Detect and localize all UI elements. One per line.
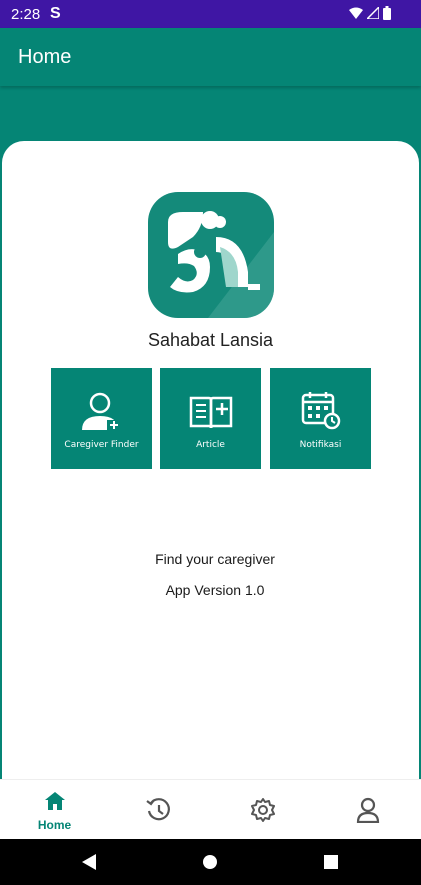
recents-button[interactable] (301, 839, 361, 885)
tile-label-caregiver-finder: Caregiver Finder (64, 440, 139, 450)
sahabat-lansia-logo (148, 192, 274, 318)
tile-label-article: Article (196, 440, 225, 450)
signal-icon (367, 7, 379, 19)
nav-profile[interactable] (315, 780, 420, 840)
status-icons (349, 6, 391, 20)
book-icon (189, 396, 232, 429)
app-bar: Home (0, 28, 421, 86)
history-icon (145, 798, 170, 821)
nav-settings[interactable] (210, 780, 315, 840)
version-text: App Version 1.0 (165, 582, 265, 598)
notification-icon: S (50, 5, 61, 22)
article-tile[interactable]: Article (160, 368, 261, 469)
status-bar: 2:28 S (0, 0, 421, 28)
bottom-navigation: Home (0, 779, 421, 839)
notifikasi-tile[interactable]: Notifikasi (270, 368, 371, 469)
calendar-icon (301, 392, 340, 430)
settings-icon (250, 798, 275, 822)
nav-home[interactable]: Home (2, 780, 107, 840)
back-icon (82, 854, 96, 870)
tile-label-notifikasi: Notifikasi (299, 440, 342, 450)
nav-home-label: Home (37, 818, 72, 832)
home-system-button[interactable] (180, 839, 240, 885)
wifi-icon (349, 7, 363, 19)
app-name: Sahabat Lansia (147, 330, 274, 350)
page-title: Home (18, 46, 72, 68)
home-icon (44, 792, 65, 810)
battery-icon (383, 6, 391, 20)
app-screen: 2:28 S Home Sahabat Lansia Caregiver Fin… (0, 0, 421, 885)
nav-history[interactable] (106, 780, 211, 840)
system-navigation-bar (0, 839, 421, 885)
profile-icon (356, 797, 379, 823)
tagline-text: Find your caregiver (155, 551, 275, 567)
caregiver-icon (81, 392, 121, 430)
recents-icon (324, 855, 338, 869)
caregiver-finder-tile[interactable]: Caregiver Finder (51, 368, 152, 469)
back-button[interactable] (60, 839, 120, 885)
status-time: 2:28 (11, 6, 41, 23)
home-circle-icon (203, 855, 217, 869)
